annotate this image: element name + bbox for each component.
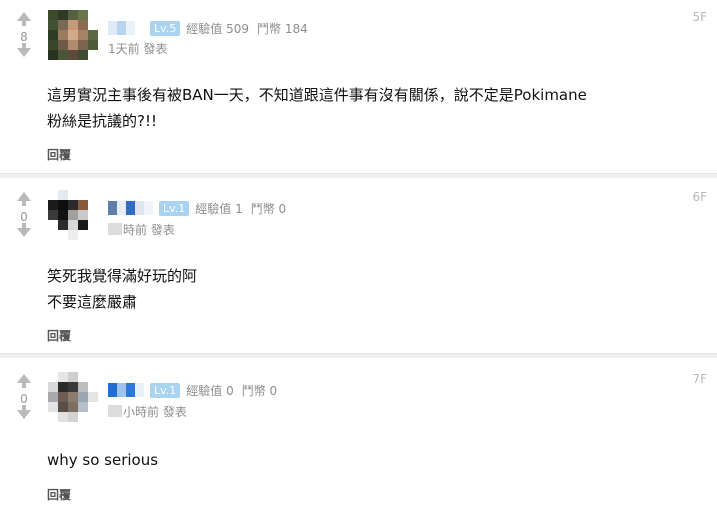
level-badge: Lv.1	[150, 382, 181, 398]
comment-line: why so serious	[47, 451, 159, 469]
post-time: 1天前 發表	[108, 40, 167, 57]
comment-line: 笑死我覺得滿好玩的阿	[47, 267, 198, 285]
reply-button[interactable]: 回覆	[47, 327, 71, 344]
username[interactable]	[108, 383, 144, 397]
post-time: 小時前 發表	[108, 403, 187, 420]
user-meta: Lv.1 經驗值 1 鬥幣 0	[108, 199, 294, 217]
exp-stat: 經驗值 0	[186, 383, 234, 398]
comment-card: 8 5F Lv.5 經驗值 509 鬥幣 184 1天前 發表 這男實況主事後有…	[0, 0, 717, 173]
arrow-down-icon[interactable]	[17, 223, 31, 237]
coin-stat: 鬥幣 0	[241, 383, 278, 398]
vote-box: 0	[14, 374, 34, 419]
user-meta: Lv.5 經驗值 509 鬥幣 184	[108, 19, 316, 37]
avatar[interactable]	[48, 190, 98, 240]
arrow-up-icon[interactable]	[17, 374, 31, 388]
username[interactable]	[108, 201, 153, 215]
arrow-down-icon[interactable]	[17, 43, 31, 57]
blurred-text	[108, 223, 122, 235]
avatar[interactable]	[48, 10, 98, 60]
floor-label[interactable]: 7F	[692, 372, 707, 386]
user-meta: Lv.1 經驗值 0 鬥幣 0	[108, 381, 285, 399]
coin-stat: 鬥幣 0	[250, 201, 287, 216]
comment-body: 這男實況主事後有被BAN一天，不知道跟這件事有沒有關係，說不定是Pokimane…	[47, 82, 677, 134]
blurred-text	[108, 405, 122, 417]
floor-label[interactable]: 5F	[692, 10, 707, 24]
comment-line: 不要這麼嚴肅	[47, 293, 138, 311]
arrow-down-icon[interactable]	[17, 405, 31, 419]
avatar[interactable]	[48, 372, 98, 422]
comment-body: why so serious	[47, 447, 677, 473]
comment-card: 0 6F Lv.1 經驗值 1 鬥幣 0 時前 發表 笑死我覺得滿好玩的阿 不要…	[0, 178, 717, 353]
vote-box: 8	[14, 12, 34, 57]
post-time-text: 時前 發表	[123, 223, 175, 237]
comment-line: 粉絲是抗議的?!!	[47, 112, 157, 130]
exp-stat: 經驗值 509	[186, 21, 250, 36]
arrow-up-icon[interactable]	[17, 12, 31, 26]
comment-body: 笑死我覺得滿好玩的阿 不要這麼嚴肅	[47, 263, 677, 315]
exp-stat: 經驗值 1	[195, 201, 243, 216]
floor-label[interactable]: 6F	[692, 190, 707, 204]
level-badge: Lv.1	[159, 200, 190, 216]
post-time-text: 小時前 發表	[123, 405, 187, 419]
reply-button[interactable]: 回覆	[47, 486, 71, 503]
post-time: 時前 發表	[108, 221, 175, 238]
reply-button[interactable]: 回覆	[47, 146, 71, 163]
arrow-up-icon[interactable]	[17, 192, 31, 206]
post-time-text: 1天前 發表	[108, 42, 168, 56]
username[interactable]	[108, 21, 144, 35]
coin-stat: 鬥幣 184	[257, 21, 308, 36]
comment-line: 這男實況主事後有被BAN一天，不知道跟這件事有沒有關係，說不定是Pokimane	[47, 86, 587, 104]
vote-box: 0	[14, 192, 34, 237]
comment-card: 0 7F Lv.1 經驗值 0 鬥幣 0 小時前 發表 why so serio…	[0, 358, 717, 518]
level-badge: Lv.5	[150, 20, 181, 36]
